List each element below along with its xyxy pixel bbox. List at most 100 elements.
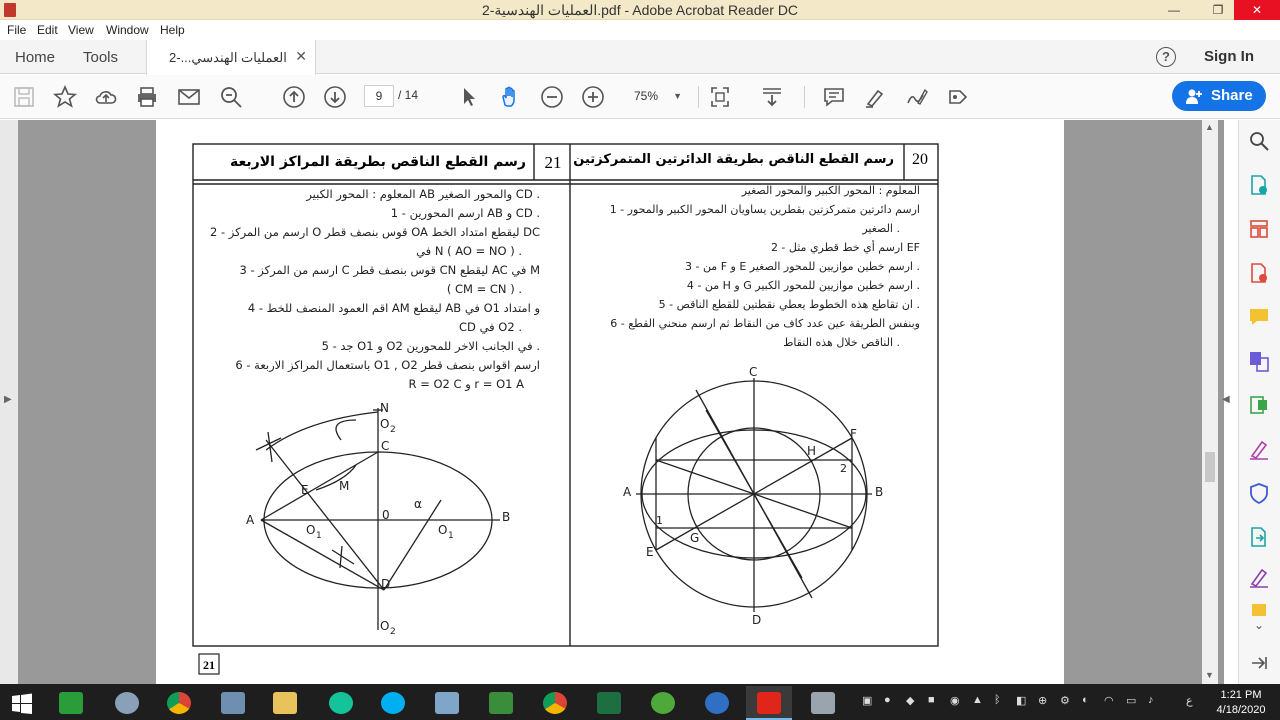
- panel21-line: 1 - ارسم المحورين AB و CD .: [391, 206, 540, 221]
- scrollbar-thumb[interactable]: [1205, 452, 1215, 482]
- label-M: M: [339, 479, 349, 493]
- chrome-profile-icon[interactable]: [532, 686, 578, 720]
- chevron-right-icon[interactable]: ▶: [4, 394, 12, 405]
- calculator-icon[interactable]: [210, 686, 256, 720]
- label-O2-bottom-sub: 2: [390, 627, 396, 637]
- chevron-down-icon[interactable]: ⌄: [1248, 618, 1270, 640]
- close-tab-icon[interactable]: ✕: [295, 48, 307, 65]
- panel20-line: 3 - من F و E ارسم خطين موازيين للمحور ال…: [685, 260, 920, 273]
- export-pdf-icon[interactable]: [1248, 174, 1270, 196]
- select-arrow-icon[interactable]: [457, 85, 481, 109]
- comment-icon[interactable]: [1248, 306, 1270, 328]
- page-up-icon[interactable]: [282, 85, 306, 109]
- label-point-1: 1: [656, 514, 663, 527]
- tray-icon[interactable]: ◧: [1016, 694, 1026, 707]
- sign-in-link[interactable]: Sign In: [1204, 48, 1254, 65]
- more-tools-icon[interactable]: [1248, 602, 1270, 616]
- hand-tool-icon[interactable]: [498, 85, 522, 109]
- utorrent-icon[interactable]: [640, 686, 686, 720]
- send-for-review-icon[interactable]: [1248, 526, 1270, 548]
- panel21-line: 2 - ارسم من المركز O قوس بنصف قطر OA ليق…: [210, 225, 540, 240]
- protect-shield-icon[interactable]: [1248, 482, 1270, 505]
- search-zoom-icon[interactable]: [219, 85, 243, 109]
- wifi-icon[interactable]: ◠: [1104, 694, 1114, 707]
- page-number-input[interactable]: 9: [364, 85, 394, 107]
- page-down-icon[interactable]: [323, 85, 347, 109]
- sign-icon[interactable]: [904, 85, 928, 109]
- tab-document[interactable]: العمليات الهندسي...-2 ✕: [146, 40, 316, 75]
- label-N: N: [380, 401, 389, 415]
- green-app-icon[interactable]: [48, 686, 94, 720]
- minimize-button[interactable]: —: [1154, 0, 1194, 20]
- collapse-panel-icon[interactable]: [1248, 652, 1270, 674]
- tray-icon[interactable]: ▲: [972, 694, 983, 706]
- restore-button[interactable]: ❐: [1198, 0, 1238, 20]
- search-zoom-icon[interactable]: [1248, 130, 1270, 152]
- scroll-mode-icon[interactable]: [760, 85, 784, 109]
- panel20-line: 2 - ارسم أي خط قطري مثل EF: [771, 240, 920, 254]
- volume-icon[interactable]: ♪: [1148, 694, 1154, 706]
- globe-icon[interactable]: [694, 686, 740, 720]
- windows-start-icon[interactable]: [0, 686, 46, 720]
- tray-icon[interactable]: ◉: [950, 694, 960, 707]
- zoom-level-value: 75%: [634, 89, 659, 103]
- bookmark-star-icon[interactable]: [52, 84, 78, 109]
- combine-files-icon[interactable]: [1248, 350, 1270, 372]
- tray-icon[interactable]: ●: [884, 694, 891, 706]
- save-icon[interactable]: [12, 85, 36, 109]
- tray-icon[interactable]: ▣: [862, 694, 872, 707]
- more-tools-icon[interactable]: [946, 85, 970, 109]
- menu-view[interactable]: View: [68, 23, 94, 37]
- tab-home[interactable]: Home: [15, 49, 55, 66]
- upload-cloud-icon[interactable]: [94, 85, 118, 109]
- acrobat-icon[interactable]: [746, 686, 792, 720]
- chevron-left-icon[interactable]: ◀: [1222, 394, 1230, 405]
- paint-icon[interactable]: [104, 686, 150, 720]
- battery-icon[interactable]: ▭: [1126, 694, 1136, 707]
- page-number-stamp: 21: [203, 658, 215, 672]
- organize-pages-icon[interactable]: [1248, 218, 1270, 240]
- vertical-scrollbar[interactable]: ▲ ▼: [1202, 120, 1218, 684]
- tab-tools[interactable]: Tools: [83, 49, 118, 66]
- chevron-up-icon[interactable]: ▲: [1205, 122, 1214, 132]
- zoom-in-icon[interactable]: [581, 85, 605, 109]
- toolbar-divider: [804, 86, 805, 108]
- tray-icon[interactable]: ⊕: [1038, 694, 1047, 707]
- chrome-icon[interactable]: [156, 686, 202, 720]
- print-icon[interactable]: [135, 85, 159, 109]
- bluetooth-icon[interactable]: ᛒ: [994, 694, 1001, 706]
- email-icon[interactable]: [177, 85, 201, 109]
- language-indicator[interactable]: ع: [1186, 694, 1193, 707]
- close-window-button[interactable]: ✕: [1234, 0, 1280, 20]
- menu-file[interactable]: File: [7, 23, 26, 37]
- menu-bar: File Edit View Window Help: [0, 20, 1280, 40]
- label-D: D: [752, 613, 761, 627]
- folder-icon[interactable]: [424, 686, 470, 720]
- menu-window[interactable]: Window: [106, 23, 149, 37]
- tray-icon[interactable]: ◆: [906, 694, 914, 707]
- fill-sign-icon[interactable]: [1248, 438, 1270, 460]
- menu-help[interactable]: Help: [160, 23, 185, 37]
- tray-icon[interactable]: ◐: [1082, 694, 1089, 706]
- highlight-pen-icon[interactable]: [863, 85, 887, 109]
- fit-page-icon[interactable]: [708, 85, 732, 109]
- excel-icon[interactable]: [586, 686, 632, 720]
- create-pdf-icon[interactable]: [1248, 262, 1270, 284]
- grammarly-icon[interactable]: [318, 686, 364, 720]
- taskbar-clock[interactable]: 1:21 PM 4/18/2020: [1206, 688, 1276, 718]
- skype-icon[interactable]: [370, 686, 416, 720]
- help-icon[interactable]: ?: [1156, 47, 1176, 67]
- zoom-level-dropdown[interactable]: 75% ▼: [624, 85, 688, 107]
- tray-icon[interactable]: ⚙: [1060, 694, 1070, 707]
- menu-edit[interactable]: Edit: [37, 23, 58, 37]
- share-button[interactable]: Share: [1172, 81, 1266, 111]
- edit-pdf-icon[interactable]: [1248, 394, 1270, 416]
- tools-icon[interactable]: [800, 686, 846, 720]
- comment-icon[interactable]: [822, 85, 846, 109]
- file-explorer-icon[interactable]: [262, 686, 308, 720]
- tray-icon[interactable]: ■: [928, 694, 935, 706]
- request-signature-icon[interactable]: [1248, 566, 1270, 588]
- chevron-down-icon[interactable]: ▼: [1205, 670, 1214, 680]
- project-icon[interactable]: [478, 686, 524, 720]
- zoom-out-icon[interactable]: [540, 85, 564, 109]
